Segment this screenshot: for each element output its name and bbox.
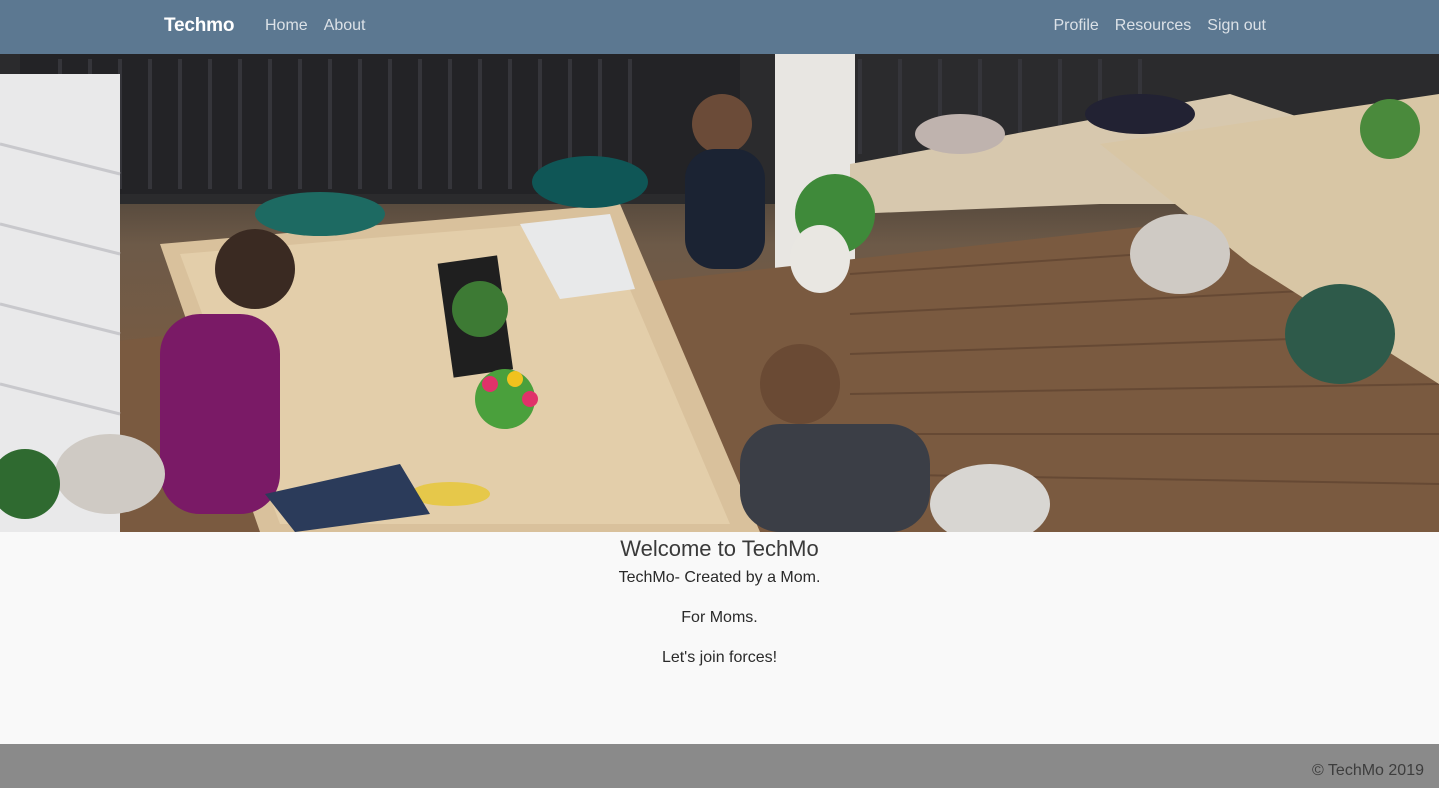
tagline-line-1: TechMo- Created by a Mom. — [618, 569, 821, 586]
nav-link-sign-out[interactable]: Sign out — [1207, 17, 1266, 35]
nav-right-group: Profile Resources Sign out — [1053, 17, 1266, 35]
welcome-title: Welcome to TechMo — [620, 536, 819, 561]
nav-link-home[interactable]: Home — [265, 17, 308, 35]
hero-photo-illustration — [0, 54, 1439, 532]
tagline-line-2: For Moms. — [681, 609, 758, 626]
welcome-section: Welcome to TechMo TechMo- Created by a M… — [0, 532, 1439, 744]
top-navbar: Techmo Home About Profile Resources Sign… — [0, 0, 1439, 54]
nav-link-profile[interactable]: Profile — [1053, 17, 1098, 35]
page-footer: © TechMo 2019 — [0, 744, 1439, 788]
hero-image — [0, 54, 1439, 532]
copyright-text: © TechMo 2019 — [1311, 762, 1424, 779]
brand-logo-link[interactable]: Techmo — [164, 15, 234, 37]
tagline-line-3: Let's join forces! — [661, 649, 778, 666]
nav-link-about[interactable]: About — [324, 17, 366, 35]
nav-left-group: Home About — [265, 17, 366, 35]
nav-link-resources[interactable]: Resources — [1115, 17, 1191, 35]
